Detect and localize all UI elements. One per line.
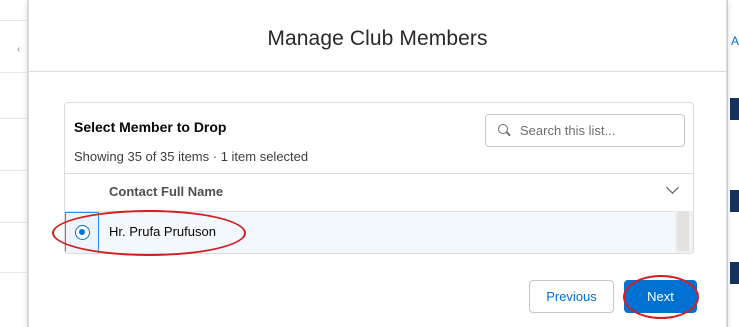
search-icon [498, 123, 512, 138]
search-box[interactable] [485, 114, 685, 147]
column-header-label: Contact Full Name [109, 184, 224, 199]
background-page-left: ‹ [0, 0, 28, 327]
background-divider [0, 272, 28, 273]
modal-header: Manage Club Members [29, 6, 726, 72]
background-divider [0, 222, 28, 223]
annotation-oval-next-button [623, 275, 699, 319]
column-divider [693, 180, 694, 202]
list-info: Showing 35 of 35 items · 1 item selected [74, 149, 309, 164]
previous-button[interactable]: Previous [529, 280, 614, 313]
modal-title: Manage Club Members [267, 26, 488, 50]
background-divider [0, 170, 28, 171]
background-divider [0, 20, 28, 21]
background-divider [0, 118, 28, 119]
annotation-oval-selected-row [52, 210, 246, 256]
background-chevron-icon: ‹ [17, 44, 21, 55]
background-divider [0, 72, 28, 73]
search-input[interactable] [520, 123, 680, 138]
background-button-fragment [730, 262, 739, 284]
scrollbar-thumb[interactable] [677, 211, 689, 251]
background-tab-letter: A [731, 34, 739, 48]
background-button-fragment [730, 98, 739, 120]
column-header-contact-full-name[interactable]: Contact Full Name [65, 173, 694, 210]
background-button-fragment [730, 190, 739, 212]
manage-members-modal: Manage Club Members Select Member to Dro… [28, 0, 727, 327]
chevron-down-icon[interactable] [666, 181, 679, 194]
list-title: Select Member to Drop [74, 119, 227, 135]
